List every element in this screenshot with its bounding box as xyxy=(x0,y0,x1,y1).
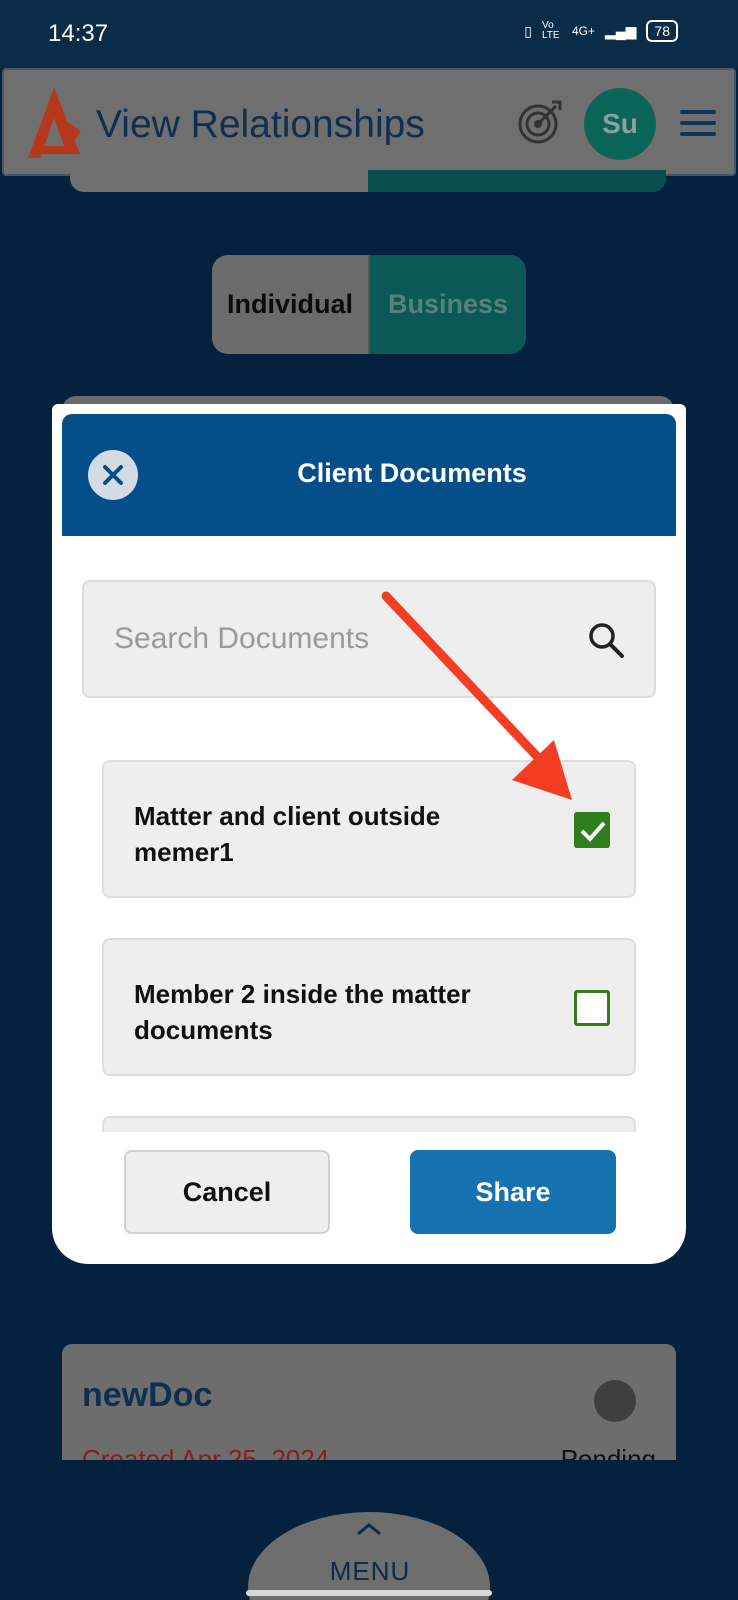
close-button[interactable] xyxy=(88,450,138,500)
search-icon[interactable] xyxy=(586,620,626,660)
close-icon xyxy=(103,465,123,485)
document-label: Matter and client outside memer1 xyxy=(134,801,441,867)
app-header: View Relationships Su xyxy=(2,68,736,176)
list-item[interactable]: Member 2 inside the matter documents xyxy=(102,938,636,1076)
modal-title: Client Documents xyxy=(297,458,527,488)
status-bar: 14:37 ▯ Vo LTE 4G+ ▂▄▆ 78 xyxy=(0,0,738,68)
card-title: newDoc xyxy=(82,1376,213,1414)
home-indicator xyxy=(246,1590,492,1596)
target-icon[interactable] xyxy=(516,98,564,146)
document-checkbox-checked[interactable] xyxy=(574,812,610,848)
status-dot-icon xyxy=(594,1380,636,1422)
background-document-card: newDoc Created Apr 25, 2024 Pending xyxy=(62,1344,676,1460)
list-item[interactable]: Matter and client outside memer1 xyxy=(102,760,636,898)
document-list: Matter and client outside memer1 Member … xyxy=(102,760,636,1132)
checkmark-icon xyxy=(580,821,606,842)
document-label: Member 2 inside the matter documents xyxy=(134,979,471,1045)
toggle-individual[interactable]: Individual xyxy=(212,255,370,354)
background-tabs xyxy=(70,170,666,192)
search-input[interactable] xyxy=(114,616,554,662)
network-label: 4G+ xyxy=(571,24,595,38)
signal-icon: ▂▄▆ xyxy=(604,22,637,39)
avatar[interactable]: Su xyxy=(584,88,656,160)
battery-indicator: 78 xyxy=(646,20,678,42)
cancel-button[interactable]: Cancel xyxy=(124,1150,330,1234)
vibrate-icon: ▯ xyxy=(524,22,532,39)
toggle-business[interactable]: Business xyxy=(370,255,526,354)
app-logo-icon xyxy=(28,88,81,158)
card-status: Pending xyxy=(560,1444,656,1460)
hamburger-menu-icon[interactable] xyxy=(680,110,716,136)
menu-label: MENU xyxy=(329,1556,411,1586)
client-documents-modal: Client Documents Matter and client outsi… xyxy=(52,404,686,1264)
modal-header: Client Documents xyxy=(62,414,676,536)
chevron-up-icon xyxy=(357,1523,381,1536)
document-checkbox[interactable] xyxy=(574,990,610,1026)
card-created-date: Created Apr 25, 2024 xyxy=(82,1444,330,1460)
volte-label: Vo LTE xyxy=(541,20,560,41)
type-toggle: Individual Business xyxy=(212,255,526,354)
status-icons: ▯ Vo LTE 4G+ ▂▄▆ 78 xyxy=(524,20,678,42)
share-button[interactable]: Share xyxy=(410,1150,616,1234)
search-box xyxy=(82,580,656,698)
status-time: 14:37 xyxy=(48,20,109,47)
list-item-partial[interactable] xyxy=(102,1116,636,1132)
page-title: View Relationships xyxy=(96,103,425,146)
